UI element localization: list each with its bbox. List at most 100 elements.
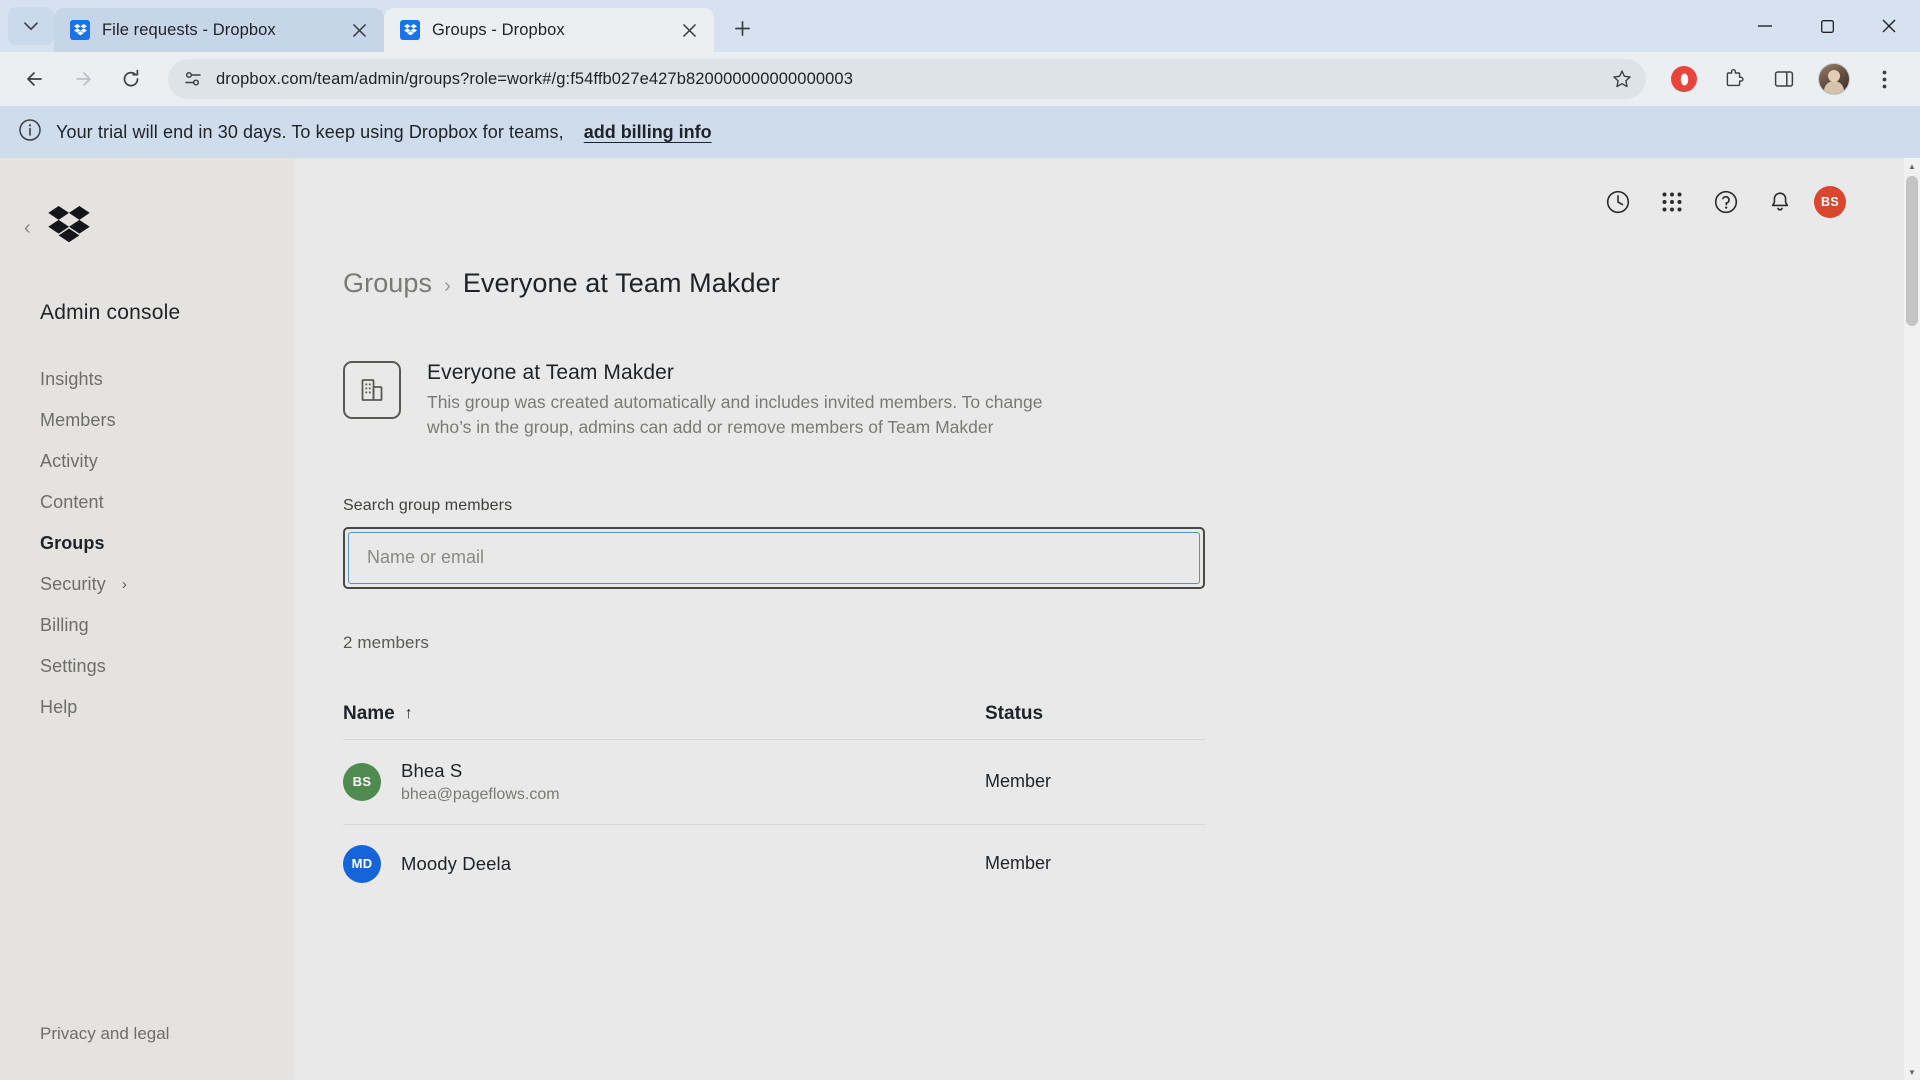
scroll-down-arrow-icon[interactable]: ▼	[1904, 1064, 1920, 1080]
table-row[interactable]: BS Bhea S bhea@pageflows.com Member	[343, 738, 1205, 824]
window-controls	[1734, 0, 1920, 52]
scrollbar-thumb[interactable]	[1906, 176, 1918, 326]
sidebar-nav: Insights Members Activity Content Groups…	[0, 359, 295, 728]
status-badge: Member	[985, 853, 1052, 874]
chevron-right-icon: ›	[121, 576, 127, 593]
avatar: BS	[343, 762, 381, 801]
dropbox-icon	[70, 20, 90, 40]
breadcrumb: Groups › Everyone at Team Makder	[343, 268, 1920, 299]
sidebar-item-label: Members	[40, 410, 116, 430]
maximize-button[interactable]	[1796, 0, 1858, 52]
sidebar-item-groups[interactable]: Groups	[0, 523, 295, 564]
tab-title: File requests - Dropbox	[102, 20, 276, 39]
back-button[interactable]	[14, 58, 56, 100]
sidebar-item-security[interactable]: Security ›	[0, 564, 295, 605]
chrome-menu-icon[interactable]	[1862, 57, 1906, 101]
column-header-name[interactable]: Name ↑	[343, 703, 985, 725]
sidebar-item-label: Insights	[40, 369, 103, 389]
new-tab-button[interactable]	[722, 8, 762, 48]
member-name: Bhea S	[401, 759, 463, 781]
extensions-puzzle-icon[interactable]	[1712, 57, 1756, 101]
browser-tab-file-requests[interactable]: File requests - Dropbox	[54, 8, 384, 52]
company-building-icon	[343, 361, 401, 419]
sort-ascending-icon: ↑	[404, 704, 413, 722]
chevron-left-icon[interactable]: ‹	[24, 218, 40, 238]
group-name: Everyone at Team Makder	[427, 361, 675, 384]
sidebar: ‹ Admin console Insights Members Activit…	[0, 158, 295, 1080]
table-header-row: Name ↑ Status	[343, 703, 1205, 739]
admin-console-title: Admin console	[40, 301, 181, 324]
page-body: ‹ Admin console Insights Members Activit…	[0, 158, 1920, 1080]
chevron-right-icon: ›	[444, 275, 451, 297]
close-window-button[interactable]	[1858, 0, 1920, 52]
page-title: Everyone at Team Makder	[462, 268, 780, 298]
address-bar[interactable]: dropbox.com/team/admin/groups?role=work#…	[168, 59, 1646, 99]
site-settings-icon[interactable]	[184, 70, 202, 88]
member-identity: Moody Deela	[401, 853, 511, 875]
tab-strip: File requests - Dropbox Groups - Dropbox	[0, 0, 1920, 52]
trial-banner: Your trial will end in 30 days. To keep …	[0, 106, 1920, 158]
sidebar-item-label: Activity	[40, 451, 98, 471]
user-avatar[interactable]: BS	[1814, 186, 1846, 218]
profile-avatar[interactable]	[1812, 57, 1856, 101]
members-table: Name ↑ Status BS Bhea S bhea@pageflows.c…	[343, 703, 1205, 903]
history-clock-icon[interactable]	[1598, 182, 1638, 222]
sidebar-item-help[interactable]: Help	[0, 687, 295, 728]
sidebar-item-label: Groups	[40, 533, 105, 553]
browser-tab-groups[interactable]: Groups - Dropbox	[384, 8, 714, 52]
apps-grid-icon[interactable]	[1652, 182, 1692, 222]
member-identity: Bhea S bhea@pageflows.com	[401, 760, 560, 804]
group-info-block: Everyone at Team Makder This group was c…	[343, 361, 1920, 441]
chevron-down-icon	[24, 21, 38, 30]
side-panel-icon[interactable]	[1762, 57, 1806, 101]
forward-button[interactable]	[62, 58, 104, 100]
dropbox-icon	[400, 20, 420, 40]
sidebar-item-content[interactable]: Content	[0, 482, 295, 523]
search-input[interactable]	[348, 531, 1200, 584]
sidebar-item-label: Help	[40, 697, 78, 717]
trial-message: Your trial will end in 30 days. To keep …	[56, 121, 564, 142]
search-label: Search group members	[343, 496, 513, 514]
member-count: 2 members	[343, 632, 429, 652]
notifications-bell-icon[interactable]	[1760, 182, 1800, 222]
minimize-button[interactable]	[1734, 0, 1796, 52]
tab-search-button[interactable]	[8, 7, 54, 45]
sidebar-header: ‹	[0, 186, 295, 249]
sidebar-item-label: Content	[40, 492, 104, 512]
sidebar-item-settings[interactable]: Settings	[0, 646, 295, 687]
close-icon[interactable]	[676, 17, 702, 43]
sidebar-item-label: Security	[40, 574, 106, 594]
opera-extension-icon[interactable]	[1662, 57, 1706, 101]
reload-button[interactable]	[110, 58, 152, 100]
add-billing-info-link[interactable]: add billing info	[584, 122, 712, 143]
browser-chrome: File requests - Dropbox Groups - Dropbox	[0, 0, 1920, 106]
search-input-wrapper[interactable]	[343, 526, 1205, 589]
table-row[interactable]: MD Moody Deela Member	[343, 823, 1205, 903]
sidebar-item-insights[interactable]: Insights	[0, 359, 295, 400]
help-circle-icon[interactable]	[1706, 182, 1746, 222]
group-description: This group was created automatically and…	[427, 392, 1043, 438]
member-name-cell: BS Bhea S bhea@pageflows.com	[343, 760, 985, 804]
member-name: Moody Deela	[401, 852, 512, 874]
privacy-and-legal-link[interactable]: Privacy and legal	[40, 1024, 169, 1044]
top-action-bar: BS	[343, 158, 1920, 246]
bookmark-star-icon[interactable]	[1612, 69, 1632, 89]
tab-title: Groups - Dropbox	[432, 20, 565, 39]
member-email: bhea@pageflows.com	[401, 785, 560, 803]
avatar: MD	[343, 844, 381, 883]
main-content: BS Groups › Everyone at Team Makder Ever…	[295, 158, 1920, 1080]
sidebar-item-billing[interactable]: Billing	[0, 605, 295, 646]
sidebar-item-label: Billing	[40, 615, 89, 635]
sidebar-item-activity[interactable]: Activity	[0, 441, 295, 482]
column-header-status: Status	[985, 702, 1044, 724]
scroll-up-arrow-icon[interactable]: ▲	[1904, 158, 1920, 174]
member-name-cell: MD Moody Deela	[343, 844, 985, 883]
browser-toolbar: dropbox.com/team/admin/groups?role=work#…	[0, 52, 1920, 106]
close-icon[interactable]	[346, 17, 372, 43]
breadcrumb-groups-link[interactable]: Groups	[343, 268, 432, 299]
page-scrollbar[interactable]: ▲ ▼	[1904, 158, 1920, 1080]
sidebar-item-members[interactable]: Members	[0, 400, 295, 441]
dropbox-logo[interactable]	[48, 206, 90, 249]
status-badge: Member	[985, 771, 1052, 792]
group-text-block: Everyone at Team Makder This group was c…	[427, 361, 1087, 441]
